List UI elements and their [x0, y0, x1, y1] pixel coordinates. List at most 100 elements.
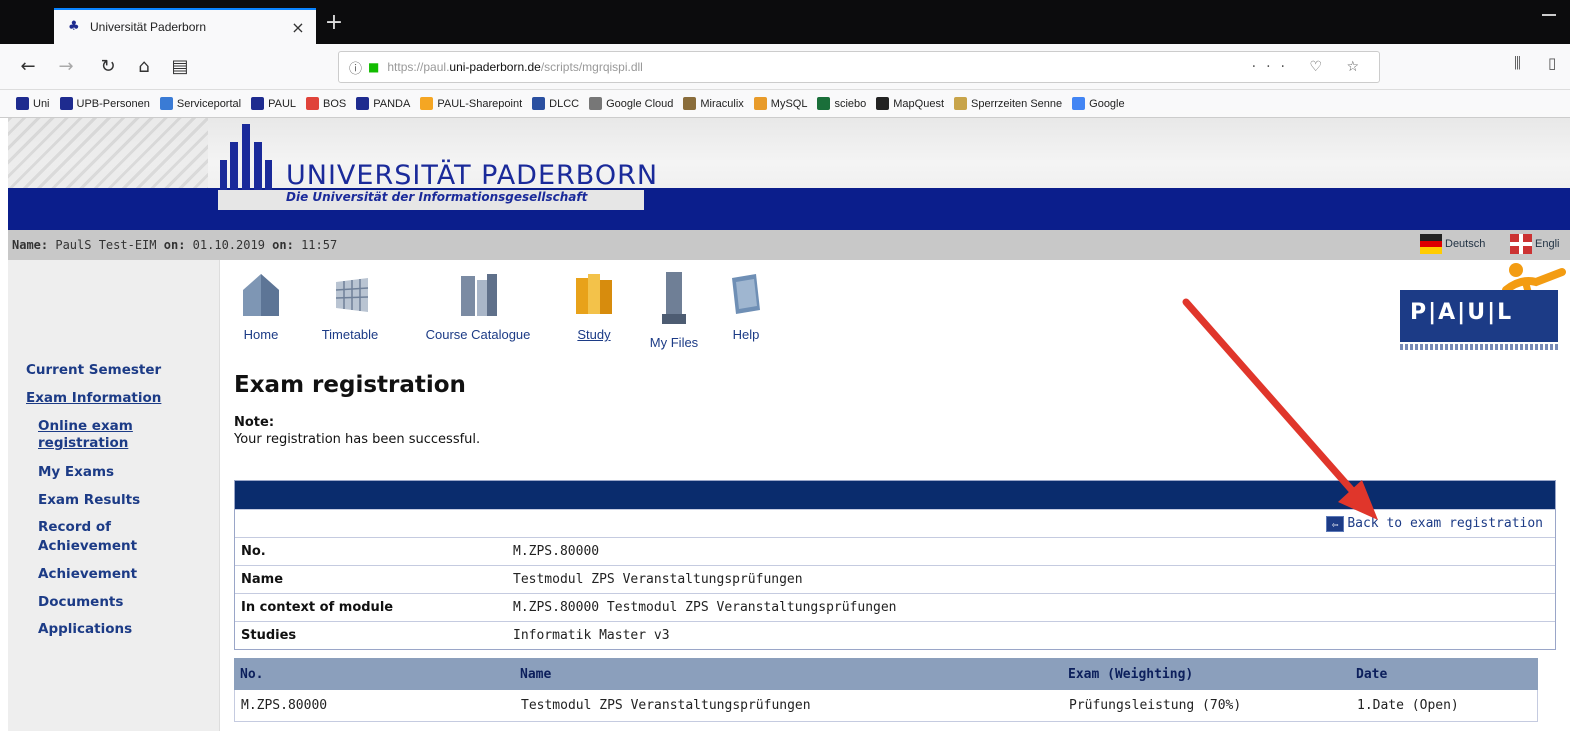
lock-icon[interactable]: ■	[368, 60, 379, 74]
note-text: Your registration has been successful.	[234, 432, 481, 447]
home-building-icon	[243, 274, 279, 316]
nav-timetable[interactable]: Timetable	[310, 270, 390, 342]
bookmark-label: sciebo	[834, 97, 867, 110]
university-name: UNIVERSITÄT PADERBORN	[286, 160, 659, 191]
on-label: on:	[163, 238, 186, 252]
header-pattern-decoration	[8, 118, 208, 190]
bookmark-item[interactable]: Serviceportal	[159, 97, 242, 110]
course-catalogue-icon	[461, 274, 497, 316]
detail-value: M.ZPS.80000	[513, 544, 600, 559]
sidebar-item-online-exam-registration[interactable]: Online exam registration	[38, 418, 188, 452]
browser-tab-bar: ♣ Universität Paderborn × +	[0, 0, 1570, 44]
home-icon[interactable]: ⌂	[130, 53, 158, 81]
bookmark-item[interactable]: DLCC	[532, 97, 579, 110]
language-english-label: Engli	[1535, 238, 1560, 250]
left-sidebar: Current Semester Exam Information Online…	[8, 260, 220, 731]
nav-help-label: Help	[732, 327, 760, 342]
bookmark-label: Serviceportal	[176, 97, 242, 110]
bookmark-favicon-icon	[1072, 97, 1086, 110]
browser-tab[interactable]: ♣ Universität Paderborn ×	[54, 8, 316, 44]
sidebar-item-current-semester[interactable]: Current Semester	[26, 362, 161, 378]
bookmark-item[interactable]: PAUL	[251, 97, 296, 110]
nav-course-catalogue-label: Course Catalogue	[425, 327, 531, 342]
nav-study[interactable]: Study	[568, 270, 620, 342]
bookmark-item[interactable]: Uni	[16, 97, 50, 110]
detail-label: In context of module	[241, 600, 394, 615]
sidebar-item-documents[interactable]: Documents	[38, 594, 123, 610]
sidebar-item-exam-results[interactable]: Exam Results	[38, 492, 140, 508]
close-tab-icon[interactable]: ×	[286, 18, 310, 37]
bookmark-label: Miraculix	[700, 97, 744, 110]
bookmark-item[interactable]: MapQuest	[876, 97, 944, 110]
on-label-2: on:	[272, 238, 294, 252]
university-header: UNIVERSITÄT PADERBORN Die Universität de…	[8, 118, 1570, 230]
column-header-exam-weighting: Exam (Weighting)	[1068, 666, 1194, 682]
table-row: M.ZPS.80000 Testmodul ZPS Veranstaltungs…	[234, 690, 1538, 722]
minimize-window-icon[interactable]	[1542, 14, 1556, 16]
login-date: 01.10.2019	[192, 238, 265, 252]
bookmark-favicon-icon	[356, 97, 370, 110]
exam-name-cell: Testmodul ZPS Veranstaltungsprüfungen	[521, 698, 811, 713]
page-actions-icons[interactable]: ··· ♡ ☆	[1252, 59, 1369, 75]
nav-my-files[interactable]: My Files	[642, 270, 706, 350]
bookmark-item[interactable]: Miraculix	[683, 97, 744, 110]
bookmark-label: Sperrzeiten Senne	[971, 97, 1063, 110]
info-icon[interactable]: ⓘ	[349, 58, 362, 77]
exam-weighting-cell: Prüfungsleistung (70%)	[1069, 698, 1242, 713]
exam-detail-table: ⇦ Back to exam registration No. M.ZPS.80…	[234, 480, 1556, 650]
bookmark-favicon-icon	[876, 97, 890, 110]
bookmark-favicon-icon	[59, 97, 73, 110]
library-icon[interactable]: ⫼	[1514, 54, 1521, 72]
sidebar-item-applications[interactable]: Applications	[38, 621, 132, 637]
bookmark-favicon-icon	[159, 97, 173, 110]
column-header-date: Date	[1356, 666, 1388, 682]
bookmark-favicon-icon	[753, 97, 767, 110]
nav-help[interactable]: Help	[724, 270, 768, 342]
bookmark-item[interactable]: UPB-Personen	[59, 97, 150, 110]
nav-home[interactable]: Home	[236, 270, 286, 342]
bookmark-favicon-icon	[306, 97, 320, 110]
detail-label: Studies	[241, 628, 297, 643]
back-to-exam-registration-link[interactable]: ⇦ Back to exam registration	[1326, 515, 1543, 532]
tab-title: Universität Paderborn	[90, 20, 207, 34]
german-flag-icon	[1420, 234, 1442, 254]
bookmark-item[interactable]: Sperrzeiten Senne	[954, 97, 1062, 110]
bookmark-favicon-icon	[683, 97, 697, 110]
forward-arrow-icon[interactable]: →	[52, 53, 80, 81]
detail-label: No.	[241, 544, 266, 559]
detail-row-name: Name Testmodul ZPS Veranstaltungsprüfung…	[235, 565, 1555, 593]
back-arrow-icon[interactable]: ←	[14, 53, 42, 81]
sidebar-toggle-icon[interactable]: ▯	[1548, 54, 1556, 72]
detail-table-header-bar	[235, 481, 1555, 509]
sidebar-item-my-exams[interactable]: My Exams	[38, 464, 114, 480]
bookmark-item[interactable]: Google	[1072, 97, 1125, 110]
language-german-link[interactable]: Deutsch	[1420, 234, 1485, 254]
column-header-name: Name	[520, 666, 552, 682]
address-bar[interactable]: ⓘ ■ https://paul.uni-paderborn.de/script…	[338, 51, 1380, 83]
sidebar-item-record-of-achievement[interactable]: Record of Achievement	[38, 518, 178, 556]
user-name: PaulS Test-EIM	[55, 238, 157, 252]
bookmark-item[interactable]: PAUL-Sharepoint	[420, 97, 522, 110]
print-icon[interactable]: ▤	[166, 53, 194, 81]
sidebar-item-exam-information[interactable]: Exam Information	[26, 390, 161, 406]
bookmark-label: PANDA	[373, 97, 411, 110]
bookmark-item[interactable]: MySQL	[753, 97, 807, 110]
nav-course-catalogue[interactable]: Course Catalogue	[410, 270, 546, 342]
paul-logo-tagline-decoration	[1400, 344, 1558, 350]
bookmark-item[interactable]: PANDA	[356, 97, 410, 110]
bookmark-item[interactable]: BOS	[306, 97, 346, 110]
university-logo-icon	[220, 124, 272, 190]
new-tab-button[interactable]: +	[322, 12, 346, 36]
bookmark-label: PAUL-Sharepoint	[437, 97, 523, 110]
bookmark-item[interactable]: Google Cloud	[589, 97, 673, 110]
sidebar-item-achievement[interactable]: Achievement	[38, 566, 137, 582]
language-english-link[interactable]: Engli	[1510, 234, 1559, 254]
url-text[interactable]: https://paul.uni-paderborn.de/scripts/mg…	[387, 60, 1251, 74]
detail-row-module-context: In context of module M.ZPS.80000 Testmod…	[235, 593, 1555, 621]
reload-icon[interactable]: ↻	[94, 53, 122, 81]
bookmark-item[interactable]: sciebo	[817, 97, 866, 110]
exam-table-header: No. Name Exam (Weighting) Date	[234, 658, 1538, 690]
paul-logo: P|A|U|L	[1400, 260, 1566, 370]
detail-value: M.ZPS.80000 Testmodul ZPS Veranstaltungs…	[513, 600, 897, 615]
nav-my-files-label: My Files	[649, 335, 699, 350]
